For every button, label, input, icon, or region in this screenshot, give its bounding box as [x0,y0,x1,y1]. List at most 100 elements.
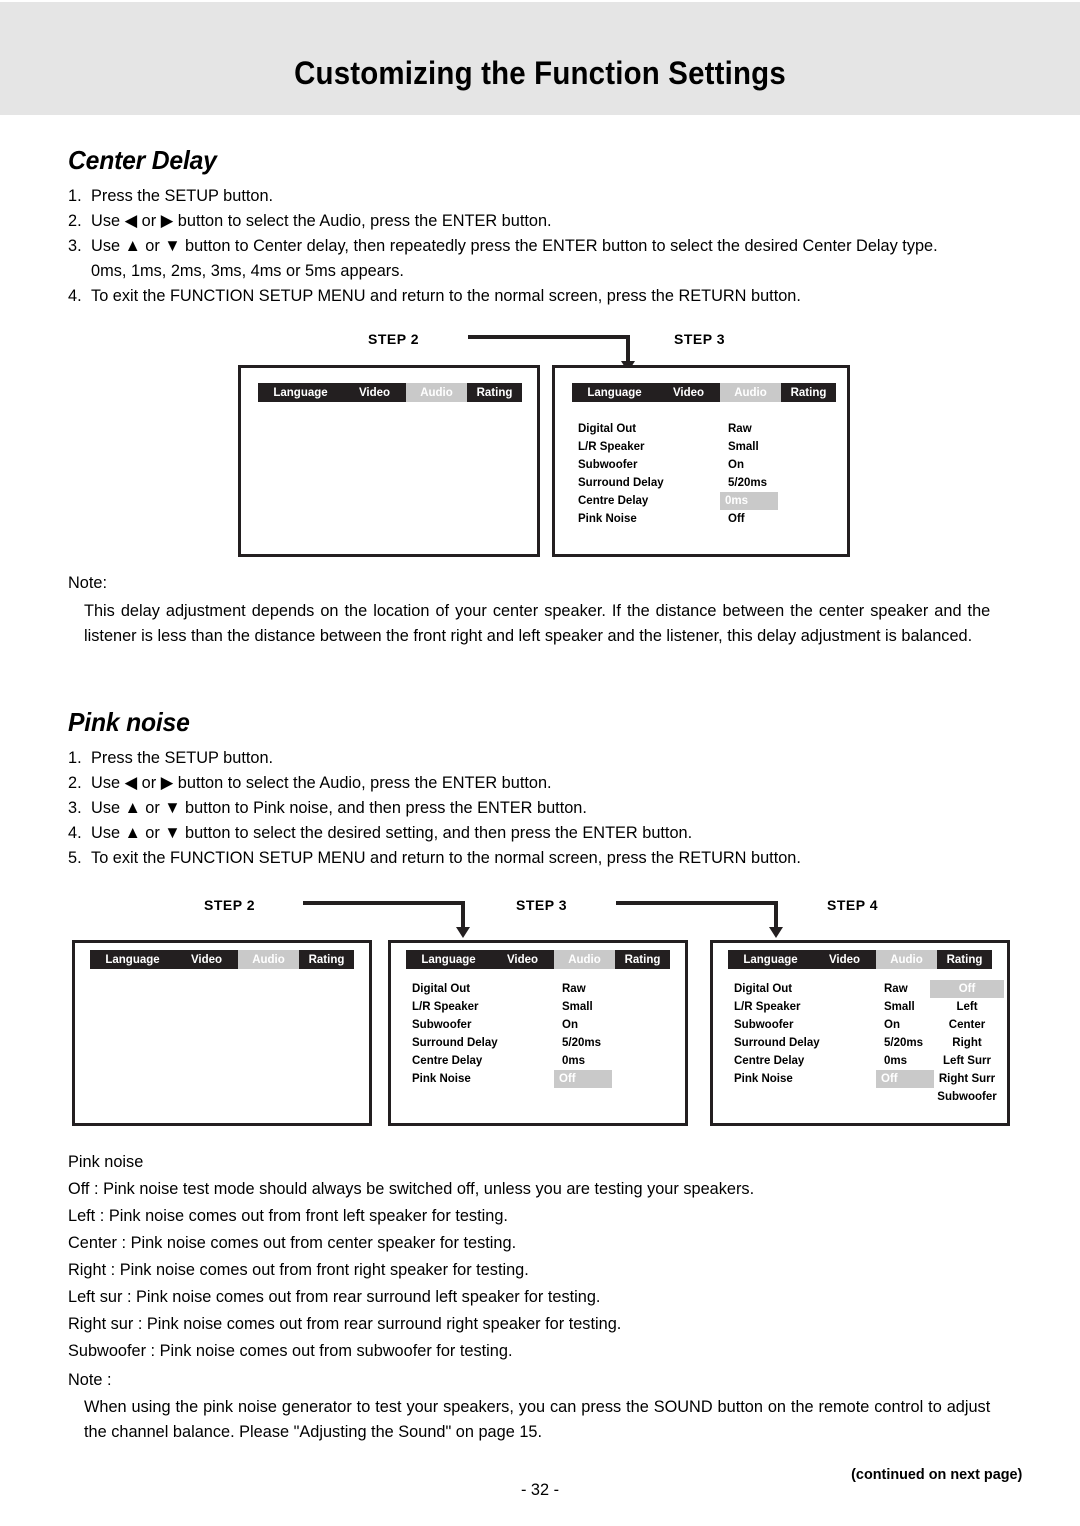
dropdown-option[interactable]: Right Surr [930,1070,1004,1088]
osd-tab-video[interactable]: Video [813,950,876,969]
osd-settings-list: Digital Out Raw L/R Speaker Small Subwoo… [412,980,662,1088]
osd-tab-audio[interactable]: Audio [554,950,615,969]
osd-menu-bar: Language Video Audio Rating [728,950,992,969]
step-text: Use ◀ or ▶ button to select the Audio, p… [91,773,552,792]
continued-notice: (continued on next page) [850,1466,1022,1483]
descriptions-title: Pink noise [68,1152,144,1171]
osd-setting-row[interactable]: Pink Noise Off [734,1070,934,1088]
final-note-body: When using the pink noise generator to t… [84,1397,991,1441]
osd-tab-language[interactable]: Language [406,950,491,969]
osd-tab-language[interactable]: Language [728,950,813,969]
osd-menu-bar: Language Video Audio Rating [258,383,522,402]
step-number: 4. [68,823,82,842]
pink-noise-option-dropdown: Off Left Center Right Left Surr Right Su… [930,980,1004,1106]
list-item: 3. Use ▲ or ▼ button to Center delay, th… [68,233,972,283]
osd-setting-row[interactable]: Surround Delay 5/20ms [412,1034,662,1052]
arrow-connector [303,901,473,941]
osd-setting-value-selected: Off [876,1070,934,1088]
osd-setting-key: Digital Out [734,983,793,995]
osd-setting-key: Subwoofer [578,459,638,471]
osd-setting-key: L/R Speaker [734,1001,801,1013]
osd-setting-row[interactable]: Surround Delay 5/20ms [734,1034,923,1052]
final-note-label: Note : [68,1370,112,1389]
osd-tab-audio[interactable]: Audio [720,383,781,402]
osd-tab-audio[interactable]: Audio [238,950,299,969]
osd-setting-value: Raw [562,983,586,995]
osd-tab-language[interactable]: Language [258,383,343,402]
osd-setting-value: 0ms [884,1055,908,1067]
osd-tab-video[interactable]: Video [343,383,406,402]
osd-setting-row[interactable]: Pink Noise Off [412,1070,662,1088]
list-item: 1. Press the SETUP button. [68,745,972,770]
step-number: 1. [68,186,82,205]
osd-setting-value: Small [884,1001,915,1013]
osd-setting-key: Centre Delay [734,1055,805,1067]
step-text: Press the SETUP button. [91,186,274,205]
osd-tab-rating[interactable]: Rating [937,950,992,969]
osd-setting-key: Pink Noise [734,1073,793,1085]
dropdown-option[interactable]: Subwoofer [930,1088,1004,1106]
osd-tab-video[interactable]: Video [175,950,238,969]
list-item: 4. Use ▲ or ▼ button to select the desir… [68,820,972,845]
osd-setting-row[interactable]: L/R Speaker Small [412,998,662,1016]
list-item: 4. To exit the FUNCTION SETUP MENU and r… [68,283,972,308]
step-text: Use ▲ or ▼ button to Pink noise, and the… [91,798,587,817]
step-number: 3. [68,236,82,255]
osd-tab-rating[interactable]: Rating [299,950,354,969]
osd-setting-value: 5/20ms [562,1037,602,1049]
osd-tab-rating[interactable]: Rating [467,383,522,402]
osd-tab-video[interactable]: Video [491,950,554,969]
osd-setting-row[interactable]: Digital Out Raw [734,980,914,998]
page-title: Customizing the Function Settings [294,55,786,91]
pink-noise-steps: 1. Press the SETUP button. 2. Use ◀ or ▶… [0,745,1010,870]
osd-setting-row[interactable]: Centre Delay 0ms [412,1052,662,1070]
osd-setting-row[interactable]: Centre Delay 0ms [578,492,828,510]
step-number: 4. [68,286,82,305]
osd-setting-row[interactable]: Pink Noise Off [578,510,828,528]
osd-setting-row[interactable]: Centre Delay 0ms [734,1052,914,1070]
osd-settings-list: Digital Out Raw L/R Speaker Small Subwoo… [578,420,828,528]
osd-setting-key: Surround Delay [412,1037,498,1049]
osd-setting-row[interactable]: Digital Out Raw [412,980,662,998]
step-number: 2. [68,773,82,792]
step-label-3: STEP 3 [674,331,725,347]
dropdown-option-selected[interactable]: Off [930,980,1004,998]
osd-setting-value: On [562,1019,578,1031]
osd-setting-row[interactable]: Subwoofer On [578,456,828,474]
dropdown-option[interactable]: Left [930,998,1004,1016]
osd-menu-bar: Language Video Audio Rating [572,383,836,402]
osd-tab-rating[interactable]: Rating [781,383,836,402]
step-label-4: STEP 4 [827,897,878,913]
note-label: Note: [68,573,108,592]
osd-setting-key: Subwoofer [412,1019,472,1031]
description-line: Off : Pink noise test mode should always… [68,1179,755,1198]
section-heading-pink-noise: Pink noise [68,707,190,737]
osd-setting-row[interactable]: L/R Speaker Small [734,998,915,1016]
list-item: 3. Use ▲ or ▼ button to Pink noise, and … [68,795,972,820]
osd-setting-value-selected: Off [554,1070,612,1088]
osd-tab-audio[interactable]: Audio [876,950,937,969]
osd-setting-key: Digital Out [412,983,471,995]
osd-tab-rating[interactable]: Rating [615,950,670,969]
section-heading-center-delay: Center Delay [68,145,217,175]
step-number: 1. [68,748,82,767]
osd-setting-row[interactable]: Surround Delay 5/20ms [578,474,828,492]
osd-setting-row[interactable]: Subwoofer On [734,1016,914,1034]
step-text: To exit the FUNCTION SETUP MENU and retu… [91,286,801,305]
description-line: Right : Pink noise comes out from front … [68,1260,529,1279]
osd-tab-video[interactable]: Video [657,383,720,402]
dropdown-option[interactable]: Left Surr [930,1052,1004,1070]
center-delay-steps: 1. Press the SETUP button. 2. Use ◀ or ▶… [0,183,1010,308]
dropdown-option[interactable]: Right [930,1034,1004,1052]
osd-tab-language[interactable]: Language [90,950,175,969]
osd-setting-row[interactable]: L/R Speaker Small [578,438,828,456]
osd-setting-value: 5/20ms [884,1037,924,1049]
osd-tab-audio[interactable]: Audio [406,383,467,402]
dropdown-option[interactable]: Center [930,1016,1004,1034]
osd-setting-row[interactable]: Digital Out Raw [578,420,828,438]
osd-setting-value: Raw [884,983,908,995]
osd-setting-row[interactable]: Subwoofer On [412,1016,662,1034]
pink-noise-descriptions: Pink noise Off : Pink noise test mode sh… [0,1148,1010,1364]
osd-setting-value: Raw [728,423,752,435]
osd-tab-language[interactable]: Language [572,383,657,402]
